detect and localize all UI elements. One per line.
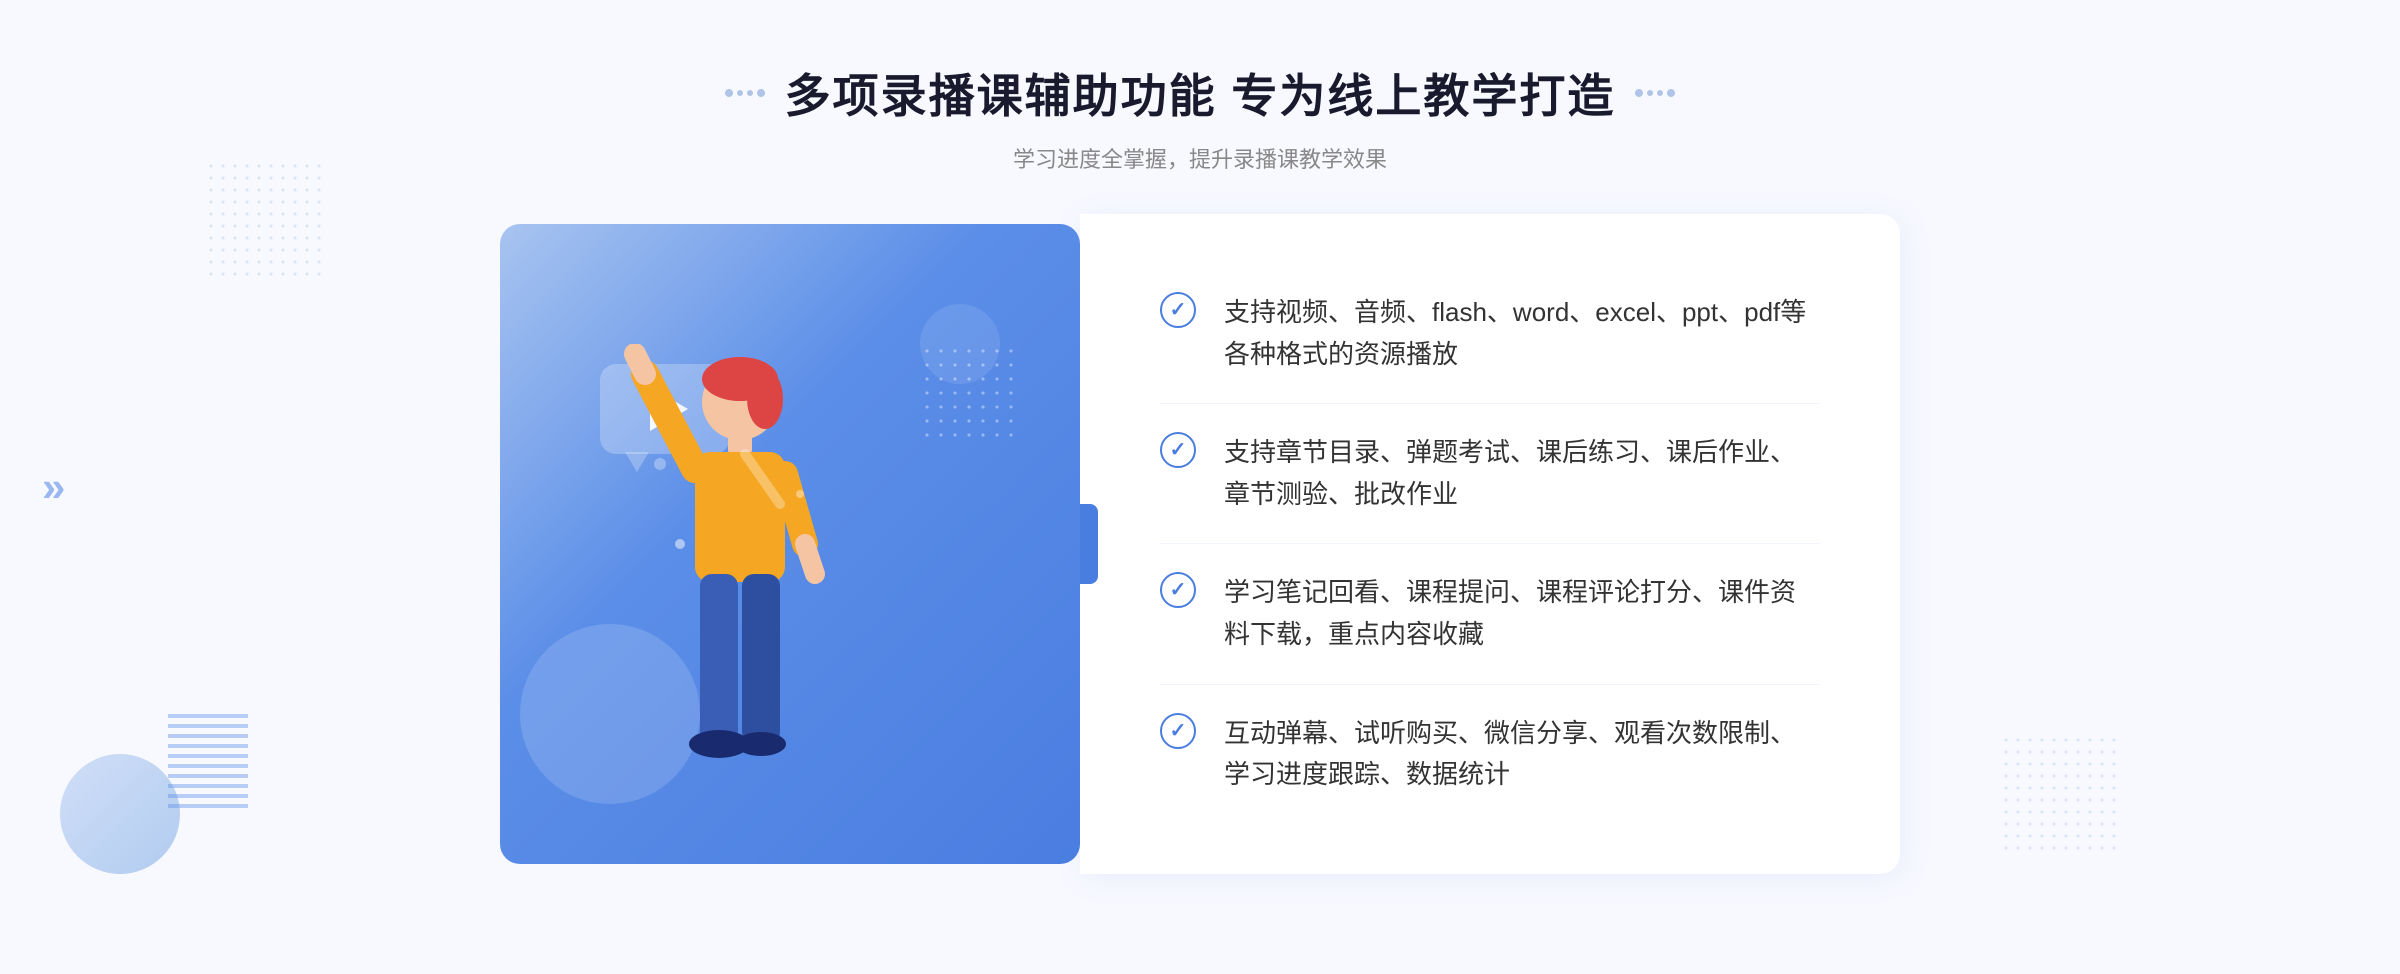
- check-mark-icon-4: ✓: [1170, 721, 1187, 741]
- check-mark-icon-2: ✓: [1170, 440, 1187, 460]
- feature-text-4: 互动弹幕、试听购买、微信分享、观看次数限制、学习进度跟踪、数据统计: [1224, 713, 1820, 796]
- page-container: » 多项录播课辅助功能 专为线上教学打造 学习进度全掌握，提升录播课教学效果: [0, 0, 2400, 974]
- stripes-inner: [168, 714, 248, 814]
- feature-item-1: ✓ 支持视频、音频、flash、word、excel、ppt、pdf等各种格式的…: [1160, 264, 1820, 404]
- content-card: ✓ 支持视频、音频、flash、word、excel、ppt、pdf等各种格式的…: [1080, 214, 1900, 874]
- deco-dot: [725, 89, 733, 97]
- dots-decoration-bottom-right: [2000, 734, 2120, 854]
- check-circle-4: ✓: [1160, 713, 1196, 749]
- check-circle-3: ✓: [1160, 572, 1196, 608]
- feature-item-2: ✓ 支持章节目录、弹题考试、课后练习、课后作业、章节测验、批改作业: [1160, 404, 1820, 544]
- deco-dots-right: [1635, 89, 1675, 97]
- feature-text-2: 支持章节目录、弹题考试、课后练习、课后作业、章节测验、批改作业: [1224, 432, 1820, 515]
- blue-tab-decoration: [1080, 504, 1098, 584]
- feature-text-1: 支持视频、音频、flash、word、excel、ppt、pdf等各种格式的资源…: [1224, 292, 1820, 375]
- deco-dot: [757, 89, 765, 97]
- deco-dot: [1647, 90, 1653, 96]
- deco-dot: [747, 90, 753, 96]
- check-circle-2: ✓: [1160, 432, 1196, 468]
- deco-dot: [1667, 89, 1675, 97]
- check-mark-icon-3: ✓: [1170, 580, 1187, 600]
- deco-dot: [1635, 89, 1643, 97]
- deco-dots-left: [725, 89, 765, 97]
- deco-dot: [1657, 90, 1663, 96]
- page-chevron-left: »: [42, 466, 65, 508]
- dots-grid-illustration: [920, 344, 1020, 444]
- deco-dot: [737, 90, 743, 96]
- person-illustration: [580, 344, 900, 864]
- stripes-decoration: [168, 714, 248, 814]
- main-title: 多项录播课辅助功能 专为线上教学打造: [785, 60, 1616, 126]
- header-decoration: 多项录播课辅助功能 专为线上教学打造: [725, 60, 1676, 126]
- check-circle-1: ✓: [1160, 292, 1196, 328]
- illustration-container: [500, 224, 1080, 864]
- chevron-icon-left: »: [42, 466, 65, 508]
- feature-item-3: ✓ 学习笔记回看、课程提问、课程评论打分、课件资料下载，重点内容收藏: [1160, 544, 1820, 684]
- main-content: ✓ 支持视频、音频、flash、word、excel、ppt、pdf等各种格式的…: [500, 214, 1900, 874]
- feature-item-4: ✓ 互动弹幕、试听购买、微信分享、观看次数限制、学习进度跟踪、数据统计: [1160, 685, 1820, 824]
- left-circle-decoration: [60, 754, 180, 874]
- dots-decoration-top-left: [205, 160, 325, 280]
- feature-text-3: 学习笔记回看、课程提问、课程评论打分、课件资料下载，重点内容收藏: [1224, 572, 1820, 655]
- check-mark-icon-1: ✓: [1170, 300, 1187, 320]
- subtitle: 学习进度全掌握，提升录播课教学效果: [725, 142, 1676, 174]
- header-section: 多项录播课辅助功能 专为线上教学打造 学习进度全掌握，提升录播课教学效果: [725, 0, 1676, 174]
